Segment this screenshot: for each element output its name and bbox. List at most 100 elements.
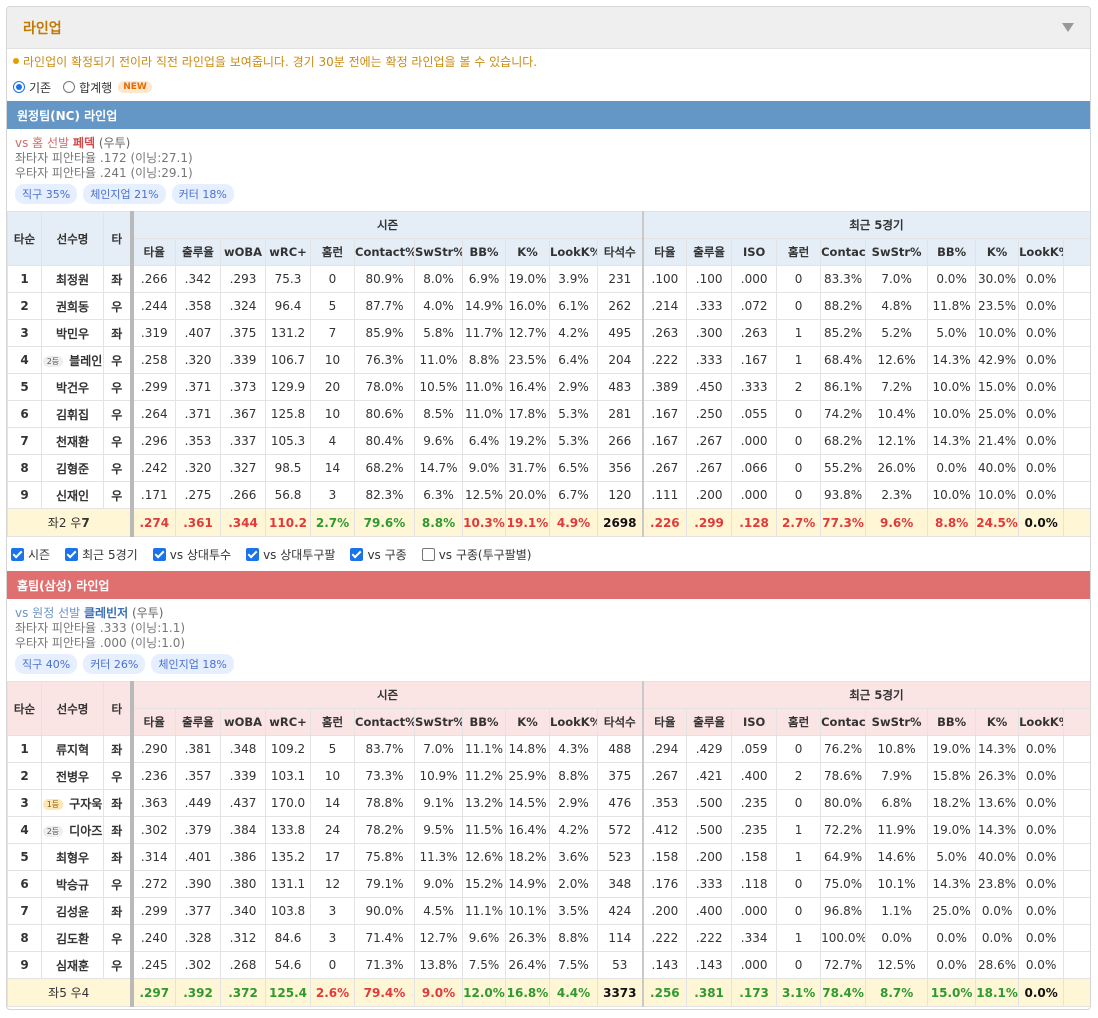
- player-name-cell[interactable]: 2등 디아즈: [41, 816, 104, 844]
- header-season-stat[interactable]: SwStr%: [414, 238, 463, 266]
- header-recent-stat[interactable]: ISO: [731, 708, 778, 736]
- filter-check-item[interactable]: 시즌: [11, 546, 50, 563]
- filter-checkbox[interactable]: [11, 547, 24, 561]
- player-name-cell[interactable]: 김도환: [41, 924, 104, 952]
- player-name[interactable]: 박건우: [56, 381, 89, 395]
- header-recent-stat[interactable]: LookK%: [1018, 238, 1065, 266]
- filter-check-item[interactable]: vs 구종(투구팔별): [421, 546, 532, 563]
- filter-checkbox[interactable]: [65, 547, 79, 561]
- player-name[interactable]: 전병우: [56, 770, 89, 784]
- header-season-stat[interactable]: 출루율: [175, 708, 221, 736]
- player-name-cell[interactable]: 천재환: [41, 427, 104, 455]
- player-name-cell[interactable]: 김성윤: [41, 897, 104, 925]
- filter-label[interactable]: vs 상대투수: [170, 546, 231, 563]
- player-name-cell[interactable]: 최정원: [41, 265, 104, 293]
- header-recent-stat[interactable]: ISO: [731, 238, 778, 266]
- header-season-stat[interactable]: wRC+: [265, 238, 311, 266]
- header-recent-stat[interactable]: LookK%: [1018, 708, 1065, 736]
- view-basic-label[interactable]: 기존: [29, 79, 51, 96]
- header-season-stat[interactable]: wOBA: [220, 708, 266, 736]
- player-name[interactable]: 박승규: [56, 878, 89, 892]
- player-name-cell[interactable]: 2등 블레인: [41, 346, 104, 374]
- player-name[interactable]: 최형우: [56, 851, 89, 865]
- filter-check-item[interactable]: 최근 5경기: [65, 546, 138, 563]
- player-name[interactable]: 신재인: [56, 489, 89, 503]
- filter-label[interactable]: 시즌: [28, 546, 50, 563]
- header-recent-stat[interactable]: SwStr%: [865, 238, 929, 266]
- player-name-cell[interactable]: 심재훈: [41, 951, 104, 979]
- header-season-stat[interactable]: 타율: [131, 708, 176, 736]
- player-name-cell[interactable]: 1등 구자욱: [41, 789, 104, 817]
- player-name[interactable]: 디아즈: [69, 824, 102, 838]
- header-recent-stat[interactable]: BB%: [927, 238, 977, 266]
- header-season-stat[interactable]: Contact%: [354, 238, 415, 266]
- player-name-cell[interactable]: 최형우: [41, 843, 104, 871]
- header-recent-stat[interactable]: 홈런: [776, 708, 822, 736]
- player-name[interactable]: 구자욱: [69, 797, 102, 811]
- view-total-radio[interactable]: [63, 81, 76, 93]
- player-name[interactable]: 블레인: [69, 354, 102, 368]
- header-season-stat[interactable]: LookK%: [549, 708, 598, 736]
- header-season-stat[interactable]: 홈런: [310, 708, 355, 736]
- header-season-stat[interactable]: BB%: [462, 238, 506, 266]
- panel-header[interactable]: 라인업: [7, 7, 1090, 49]
- header-season-stat[interactable]: 출루율: [175, 238, 221, 266]
- header-recent-stat[interactable]: 출루율: [686, 238, 733, 266]
- header-season-stat[interactable]: LookK%: [549, 238, 598, 266]
- header-season-stat[interactable]: Contact%: [354, 708, 415, 736]
- filter-label[interactable]: 최근 5경기: [82, 546, 138, 563]
- filter-check-item[interactable]: vs 구종: [350, 546, 407, 563]
- player-name-cell[interactable]: 박민우: [41, 319, 104, 347]
- player-name-cell[interactable]: 박건우: [41, 373, 104, 401]
- header-recent-stat[interactable]: Contact%: [820, 708, 867, 736]
- filter-checkbox[interactable]: [350, 547, 364, 561]
- home-opponent-pitcher-name[interactable]: 클레빈저: [84, 606, 128, 620]
- filter-label[interactable]: vs 상대투구팔: [263, 546, 335, 563]
- filter-checkbox[interactable]: [246, 547, 260, 561]
- view-basic-radio[interactable]: [13, 81, 25, 93]
- header-season-stat[interactable]: K%: [505, 708, 550, 736]
- player-name-cell[interactable]: 전병우: [41, 762, 104, 790]
- header-recent-stat[interactable]: BB%: [927, 708, 977, 736]
- player-name-cell[interactable]: 김형준: [41, 454, 104, 482]
- header-season-stat[interactable]: 타석수: [596, 708, 644, 736]
- header-season-stat[interactable]: 타율: [131, 238, 176, 266]
- header-recent-stat[interactable]: K%: [975, 238, 1020, 266]
- filter-label[interactable]: vs 구종(투구팔별): [439, 546, 532, 563]
- player-name[interactable]: 류지혁: [56, 743, 89, 757]
- filter-label[interactable]: vs 구종: [367, 546, 406, 563]
- filter-checkbox[interactable]: [421, 547, 435, 561]
- player-name[interactable]: 천재환: [56, 435, 89, 449]
- player-name[interactable]: 김형준: [56, 462, 89, 476]
- away-opponent-pitcher-name[interactable]: 페덱: [73, 136, 95, 150]
- header-season-stat[interactable]: BB%: [462, 708, 506, 736]
- header-recent-stat[interactable]: K%: [975, 708, 1020, 736]
- player-name[interactable]: 최정원: [56, 273, 89, 287]
- header-recent-stat[interactable]: SwStr%: [865, 708, 929, 736]
- header-recent-stat[interactable]: 홈런: [776, 238, 822, 266]
- player-name-cell[interactable]: 김휘집: [41, 400, 104, 428]
- filter-check-item[interactable]: vs 상대투구팔: [246, 546, 335, 563]
- player-name[interactable]: 심재훈: [56, 959, 89, 973]
- player-name-cell[interactable]: 박승규: [41, 870, 104, 898]
- player-name[interactable]: 김도환: [56, 932, 89, 946]
- filter-checkbox[interactable]: [152, 547, 166, 561]
- player-name-cell[interactable]: 류지혁: [41, 735, 104, 763]
- player-name[interactable]: 권희동: [56, 300, 89, 314]
- header-season-stat[interactable]: K%: [505, 238, 550, 266]
- header-recent-stat[interactable]: Contact%: [820, 238, 867, 266]
- header-season-stat[interactable]: 홈런: [310, 238, 355, 266]
- header-season-stat[interactable]: wOBA: [220, 238, 266, 266]
- header-recent-stat[interactable]: 출루율: [686, 708, 733, 736]
- header-season-stat[interactable]: SwStr%: [414, 708, 463, 736]
- player-name[interactable]: 김성윤: [56, 905, 89, 919]
- player-name-cell[interactable]: 권희동: [41, 292, 104, 320]
- header-recent-stat[interactable]: 타율: [642, 238, 688, 266]
- filter-check-item[interactable]: vs 상대투수: [152, 546, 231, 563]
- header-recent-stat[interactable]: 타율: [642, 708, 688, 736]
- player-name[interactable]: 김휘집: [56, 408, 89, 422]
- player-name[interactable]: 박민우: [56, 327, 89, 341]
- collapse-triangle-icon[interactable]: [1062, 23, 1074, 32]
- header-season-stat[interactable]: 타석수: [596, 238, 644, 266]
- player-name-cell[interactable]: 신재인: [41, 481, 104, 509]
